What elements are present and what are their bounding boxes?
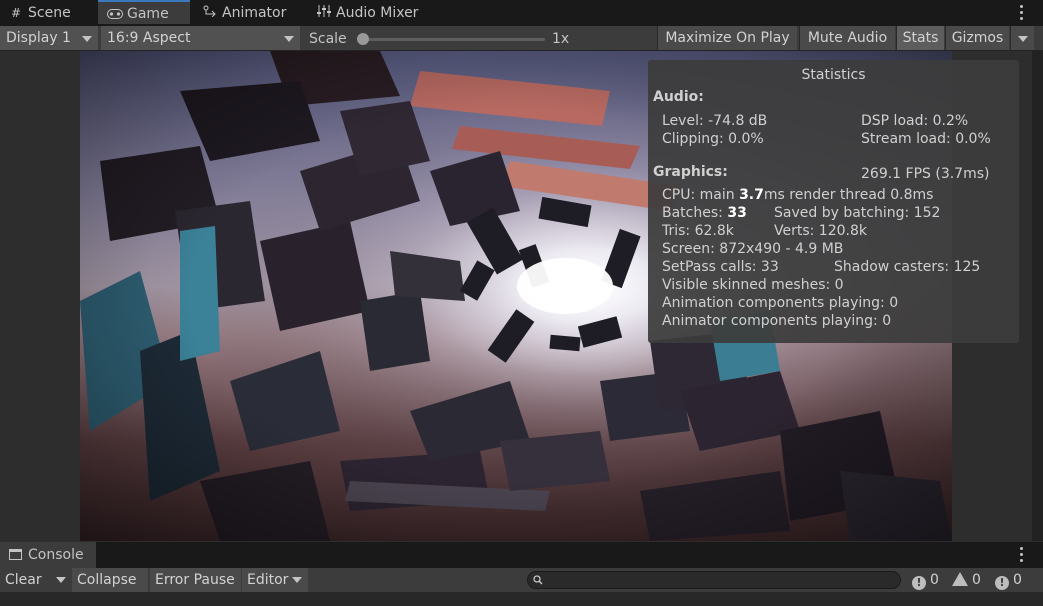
more-options-icon[interactable] — [1019, 4, 1023, 22]
scale-slider-handle[interactable] — [357, 33, 369, 45]
sliders-icon — [316, 0, 332, 26]
scale-label: Scale — [309, 31, 347, 47]
tab-audio-mixer-label: Audio Mixer — [336, 5, 419, 21]
tab-animator-label: Animator — [222, 5, 287, 21]
console-log-area[interactable] — [0, 592, 1043, 606]
editor-dropdown-label: Editor — [247, 572, 289, 588]
stream-load: Stream load: 0.0% — [861, 131, 991, 147]
stats-title: Statistics — [801, 67, 866, 83]
console-search-input[interactable] — [527, 571, 901, 589]
mute-audio-button[interactable]: Mute Audio — [799, 26, 895, 50]
gizmos-dropdown[interactable] — [1010, 26, 1034, 50]
chevron-down-icon — [284, 36, 294, 42]
search-icon — [533, 575, 543, 585]
batches-value: 33 — [727, 205, 747, 221]
statistics-panel: Statistics Audio: Level: -74.8 dB DSP lo… — [648, 60, 1019, 343]
scale-value: 1x — [552, 31, 570, 47]
tab-console-label: Console — [28, 547, 84, 563]
gizmos-button[interactable]: Gizmos — [945, 26, 1009, 50]
setpass-calls: SetPass calls: 33 — [662, 259, 779, 275]
screen-size: Screen: 872x490 - 4.9 MB — [662, 241, 844, 257]
chevron-down-icon — [56, 577, 66, 583]
warning-count: 0 — [972, 572, 981, 588]
warning-count-toggle[interactable]: 0 — [952, 568, 981, 592]
verts: Verts: 120.8k — [774, 223, 867, 239]
aspect-dropdown[interactable]: 16:9 Aspect — [101, 26, 300, 50]
error-count-toggle[interactable]: ! 0 — [995, 568, 1022, 592]
graphics-header: Graphics: — [653, 164, 728, 180]
info-icon: ! — [912, 576, 926, 590]
tab-bar: # Scene Game Animator Audio Mixer — [0, 0, 1043, 26]
dsp-load: DSP load: 0.2% — [861, 113, 969, 129]
tris: Tris: 62.8k — [662, 223, 734, 239]
scale-slider-track[interactable] — [363, 38, 545, 41]
vertical-scrollbar[interactable] — [1032, 51, 1043, 541]
audio-header: Audio: — [653, 89, 704, 105]
clear-button[interactable]: Clear — [0, 568, 54, 592]
chevron-down-icon — [292, 577, 302, 583]
shadow-casters: Shadow casters: 125 — [834, 259, 981, 275]
info-count-toggle[interactable]: ! 0 — [912, 568, 939, 592]
stats-button[interactable]: Stats — [896, 26, 944, 50]
animation-components: Animation components playing: 0 — [662, 295, 899, 311]
tab-animator[interactable]: Animator — [202, 0, 286, 26]
cpu-suffix: ms render thread 0.8ms — [763, 187, 934, 203]
tab-scene-label: Scene — [28, 5, 71, 21]
animator-icon — [202, 0, 218, 26]
audio-level: Level: -74.8 dB — [662, 113, 768, 129]
cpu-stats: CPU: main 3.7ms render thread 0.8ms — [662, 187, 933, 204]
grid-icon: # — [10, 6, 22, 20]
fps: 269.1 FPS (3.7ms) — [861, 166, 990, 182]
animator-components: Animator components playing: 0 — [662, 313, 892, 329]
warning-icon — [952, 572, 968, 586]
editor-dropdown[interactable]: Editor — [242, 568, 308, 592]
tab-console[interactable]: Console — [0, 542, 96, 568]
error-count: 0 — [1013, 572, 1022, 588]
clear-options-dropdown[interactable] — [54, 568, 70, 592]
tab-scene[interactable]: # Scene — [8, 0, 71, 26]
display-dropdown-label: Display 1 — [6, 30, 71, 46]
cpu-prefix: CPU: main — [662, 187, 740, 203]
batches: Batches: 33 — [662, 205, 747, 222]
tab-game-label: Game — [127, 6, 169, 22]
collapse-button[interactable]: Collapse — [72, 568, 148, 592]
skinned-meshes: Visible skinned meshes: 0 — [662, 277, 844, 293]
aspect-dropdown-label: 16:9 Aspect — [107, 30, 191, 46]
more-options-icon[interactable] — [1019, 546, 1023, 564]
error-pause-button[interactable]: Error Pause — [150, 568, 241, 592]
gamepad-icon — [107, 2, 123, 26]
tab-game[interactable]: Game — [98, 0, 190, 24]
console-icon — [9, 549, 22, 560]
clipping: Clipping: 0.0% — [662, 131, 764, 147]
chevron-down-icon — [1018, 36, 1028, 42]
info-count: 0 — [930, 572, 939, 588]
saved-by-batching: Saved by batching: 152 — [774, 205, 941, 221]
maximize-on-play-button[interactable]: Maximize On Play — [657, 26, 797, 50]
chevron-down-icon — [82, 36, 92, 42]
error-icon: ! — [995, 576, 1009, 590]
cpu-main: 3.7 — [739, 187, 764, 203]
display-dropdown[interactable]: Display 1 — [0, 26, 98, 50]
batches-prefix: Batches: — [662, 205, 728, 221]
tab-audio-mixer[interactable]: Audio Mixer — [316, 0, 418, 26]
console-tab-bar: Console — [0, 542, 1043, 568]
